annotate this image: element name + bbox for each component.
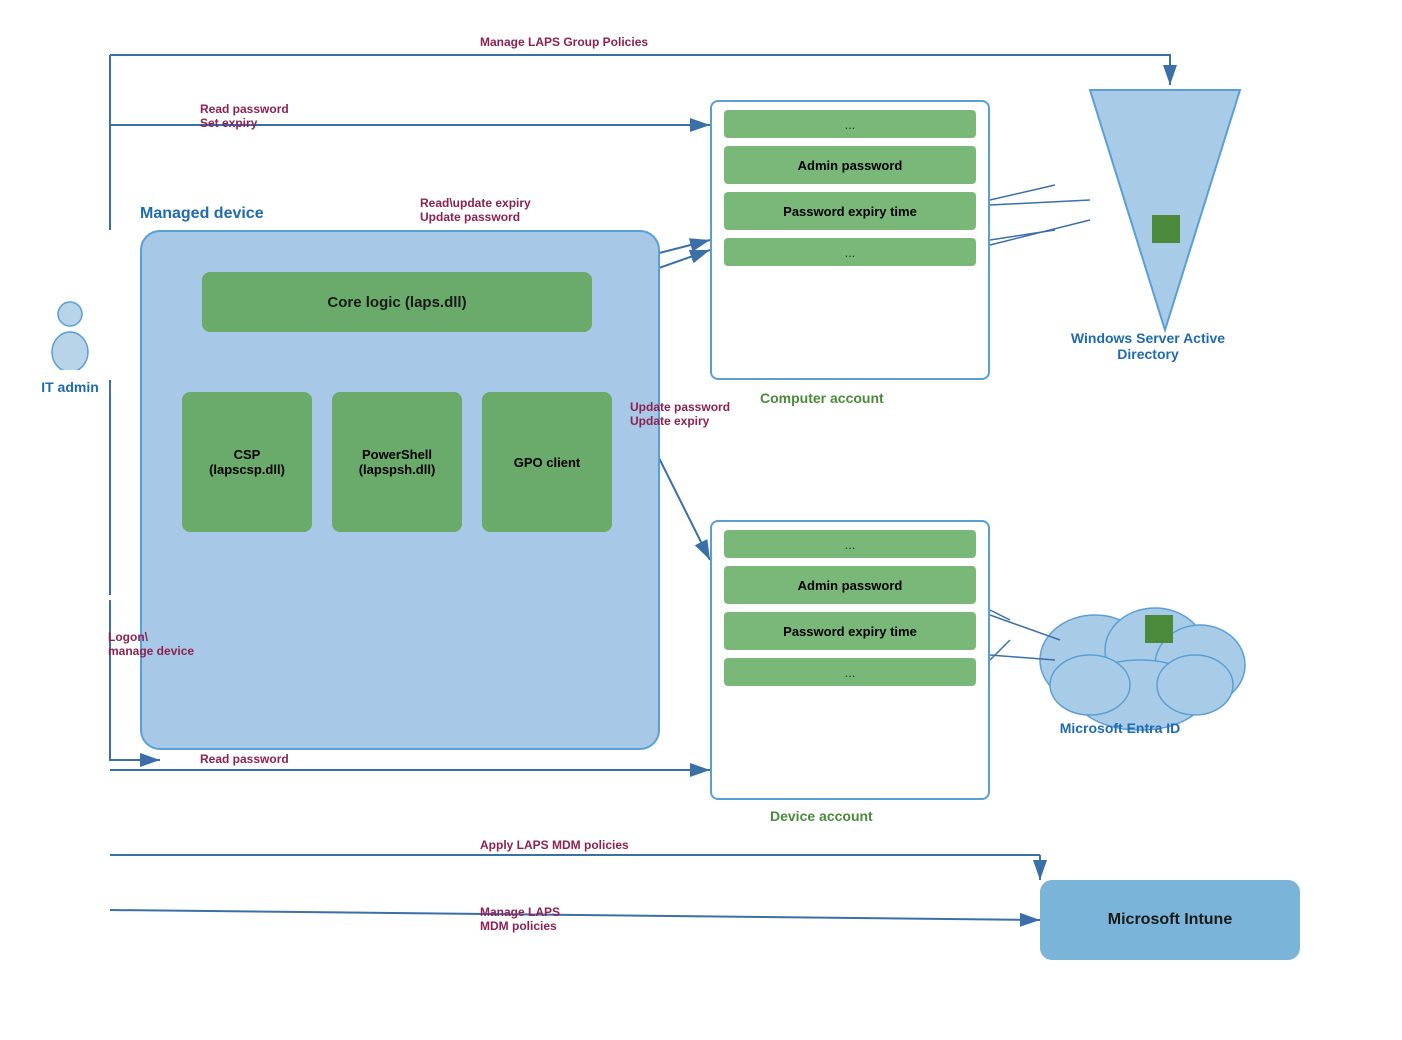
ca-row-dots-bottom: ...	[724, 238, 976, 266]
core-logic-label: Core logic (laps.dll)	[327, 294, 466, 311]
entra-id-label: Microsoft Entra ID	[1040, 720, 1200, 736]
intune-label: Microsoft Intune	[1108, 911, 1232, 929]
da-row-dots-bottom: ...	[724, 658, 976, 686]
label-manage-laps-gp: Manage LAPS Group Policies	[480, 35, 648, 49]
managed-device-box: Core logic (laps.dll) CSP(lapscsp.dll) P…	[140, 230, 660, 750]
device-account-label: Device account	[770, 808, 873, 824]
label-update-password: Update passwordUpdate expiry	[630, 400, 730, 428]
ca-row-dots-top: ...	[724, 110, 976, 138]
diagram-container: IT admin Core logic (laps.dll) CSP(lapsc…	[0, 0, 1402, 1040]
it-admin: IT admin	[30, 300, 110, 395]
label-apply-laps-mdm: Apply LAPS MDM policies	[480, 838, 629, 852]
gpo-label: GPO client	[514, 455, 580, 470]
core-logic-box: Core logic (laps.dll)	[202, 272, 592, 332]
it-admin-label: IT admin	[30, 379, 110, 395]
label-read-password-bottom: Read password	[200, 752, 289, 766]
label-manage-laps-mdm: Manage LAPSMDM policies	[480, 905, 560, 933]
label-logon-manage: Logon\manage device	[108, 630, 194, 658]
gpo-box: GPO client	[482, 392, 612, 532]
csp-label: CSP(lapscsp.dll)	[209, 447, 285, 477]
green-square-ad	[1152, 215, 1180, 243]
sub-components: CSP(lapscsp.dll) PowerShell(lapspsh.dll)…	[182, 392, 612, 532]
da-row-admin-password: Admin password	[724, 566, 976, 604]
computer-account-box: ... Admin password Password expiry time …	[710, 100, 990, 380]
powershell-label: PowerShell(lapspsh.dll)	[359, 447, 436, 477]
label-read-update-expiry: Read\update expiryUpdate password	[420, 196, 531, 224]
ca-row-password-expiry: Password expiry time	[724, 192, 976, 230]
ca-row-admin-password: Admin password	[724, 146, 976, 184]
computer-account-label: Computer account	[760, 390, 884, 406]
person-icon	[45, 300, 95, 370]
da-row-password-expiry: Password expiry time	[724, 612, 976, 650]
device-account-box: ... Admin password Password expiry time …	[710, 520, 990, 800]
powershell-box: PowerShell(lapspsh.dll)	[332, 392, 462, 532]
da-row-dots-top: ...	[724, 530, 976, 558]
managed-device-label: Managed device	[140, 205, 264, 223]
csp-box: CSP(lapscsp.dll)	[182, 392, 312, 532]
green-square-entra	[1145, 615, 1173, 643]
windows-server-ad-label: Windows Server Active Directory	[1068, 330, 1228, 362]
intune-box: Microsoft Intune	[1040, 880, 1300, 960]
label-read-password: Read passwordSet expiry	[200, 102, 289, 130]
